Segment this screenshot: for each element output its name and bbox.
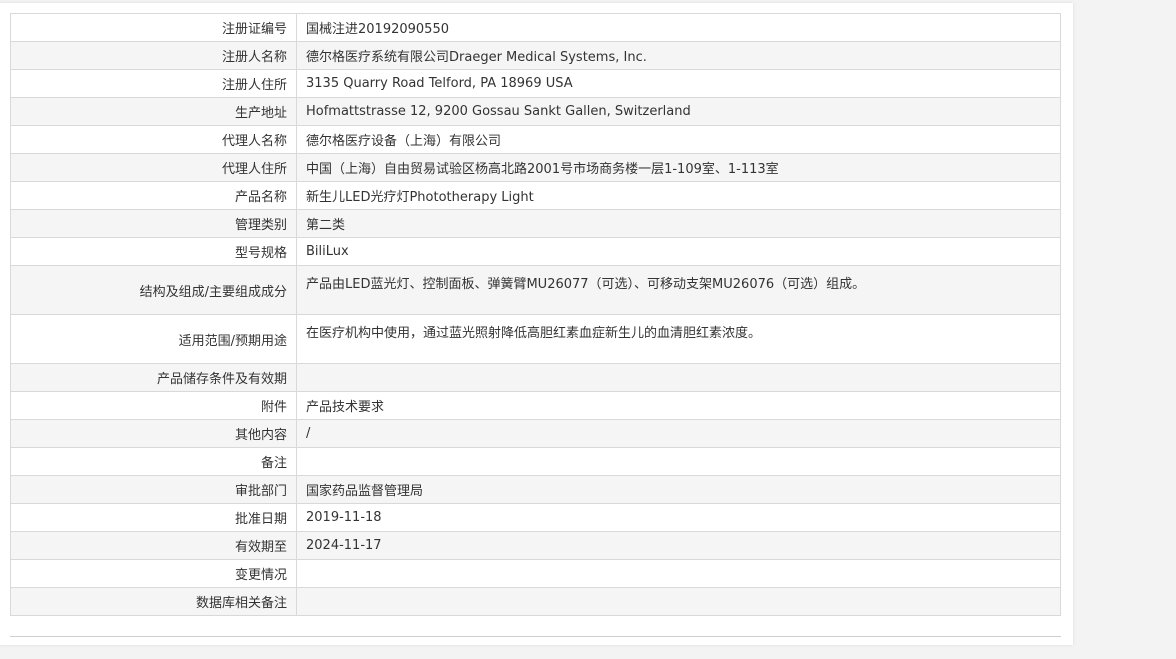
row-label: 附件: [10, 391, 297, 420]
detail-panel: 注册证编号 国械注进20192090550 注册人名称 德尔格医疗系统有限公司D…: [0, 3, 1073, 645]
row-value: [296, 559, 1061, 588]
row-label: 数据库相关备注: [10, 587, 297, 616]
row-value: Hofmattstrasse 12, 9200 Gossau Sankt Gal…: [296, 97, 1061, 126]
table-row: 备注: [10, 447, 1061, 476]
row-value: 2024-11-17: [296, 531, 1061, 560]
row-label: 其他内容: [10, 419, 297, 448]
row-value: BiliLux: [296, 237, 1061, 266]
row-value: /: [296, 419, 1061, 448]
row-value: [296, 363, 1061, 392]
table-row: 结构及组成/主要组成成分 产品由LED蓝光灯、控制面板、弹簧臂MU26077（可…: [10, 265, 1061, 315]
row-label: 注册证编号: [10, 13, 297, 42]
table-row: 批准日期 2019-11-18: [10, 503, 1061, 532]
table-row: 注册人住所 3135 Quarry Road Telford, PA 18969…: [10, 69, 1061, 98]
row-label: 批准日期: [10, 503, 297, 532]
table-row: 注册证编号 国械注进20192090550: [10, 13, 1061, 42]
row-value: 中国（上海）自由贸易试验区杨高北路2001号市场商务楼一层1-109室、1-11…: [296, 153, 1061, 182]
table-row: 注册人名称 德尔格医疗系统有限公司Draeger Medical Systems…: [10, 41, 1061, 70]
row-value: 2019-11-18: [296, 503, 1061, 532]
row-label: 产品储存条件及有效期: [10, 363, 297, 392]
row-value: 产品技术要求: [296, 391, 1061, 420]
table-row: 代理人住所 中国（上海）自由贸易试验区杨高北路2001号市场商务楼一层1-109…: [10, 153, 1061, 182]
table-bottom-divider: [10, 636, 1061, 637]
table-row: 适用范围/预期用途 在医疗机构中使用，通过蓝光照射降低高胆红素血症新生儿的血清胆…: [10, 314, 1061, 364]
row-value: 国家药品监督管理局: [296, 475, 1061, 504]
table-row: 型号规格 BiliLux: [10, 237, 1061, 266]
row-label: 注册人名称: [10, 41, 297, 70]
row-label: 生产地址: [10, 97, 297, 126]
row-value: 新生儿LED光疗灯Phototherapy Light: [296, 181, 1061, 210]
row-label: 产品名称: [10, 181, 297, 210]
table-row: 变更情况: [10, 559, 1061, 588]
row-value: 国械注进20192090550: [296, 13, 1061, 42]
table-row: 代理人名称 德尔格医疗设备（上海）有限公司: [10, 125, 1061, 154]
row-label: 型号规格: [10, 237, 297, 266]
registration-info-table: 注册证编号 国械注进20192090550 注册人名称 德尔格医疗系统有限公司D…: [10, 13, 1061, 616]
table-row: 生产地址 Hofmattstrasse 12, 9200 Gossau Sank…: [10, 97, 1061, 126]
table-row: 其他内容 /: [10, 419, 1061, 448]
row-value: 产品由LED蓝光灯、控制面板、弹簧臂MU26077（可选）、可移动支架MU260…: [296, 265, 1061, 315]
page: 注册证编号 国械注进20192090550 注册人名称 德尔格医疗系统有限公司D…: [0, 0, 1176, 659]
row-value: 3135 Quarry Road Telford, PA 18969 USA: [296, 69, 1061, 98]
row-label: 代理人住所: [10, 153, 297, 182]
row-value: [296, 587, 1061, 616]
table-row: 产品名称 新生儿LED光疗灯Phototherapy Light: [10, 181, 1061, 210]
row-value: 在医疗机构中使用，通过蓝光照射降低高胆红素血症新生儿的血清胆红素浓度。: [296, 314, 1061, 364]
row-value: 德尔格医疗系统有限公司Draeger Medical Systems, Inc.: [296, 41, 1061, 70]
table-row: 管理类别 第二类: [10, 209, 1061, 238]
table-row: 数据库相关备注: [10, 587, 1061, 616]
row-value: 第二类: [296, 209, 1061, 238]
row-label: 审批部门: [10, 475, 297, 504]
table-row: 有效期至 2024-11-17: [10, 531, 1061, 560]
table-row: 审批部门 国家药品监督管理局: [10, 475, 1061, 504]
row-label: 备注: [10, 447, 297, 476]
row-label: 变更情况: [10, 559, 297, 588]
row-label: 注册人住所: [10, 69, 297, 98]
row-label: 结构及组成/主要组成成分: [10, 265, 297, 315]
table-row: 产品储存条件及有效期: [10, 363, 1061, 392]
row-label: 代理人名称: [10, 125, 297, 154]
row-label: 管理类别: [10, 209, 297, 238]
row-value: [296, 447, 1061, 476]
row-label: 有效期至: [10, 531, 297, 560]
table-row: 附件 产品技术要求: [10, 391, 1061, 420]
row-value: 德尔格医疗设备（上海）有限公司: [296, 125, 1061, 154]
row-label: 适用范围/预期用途: [10, 314, 297, 364]
